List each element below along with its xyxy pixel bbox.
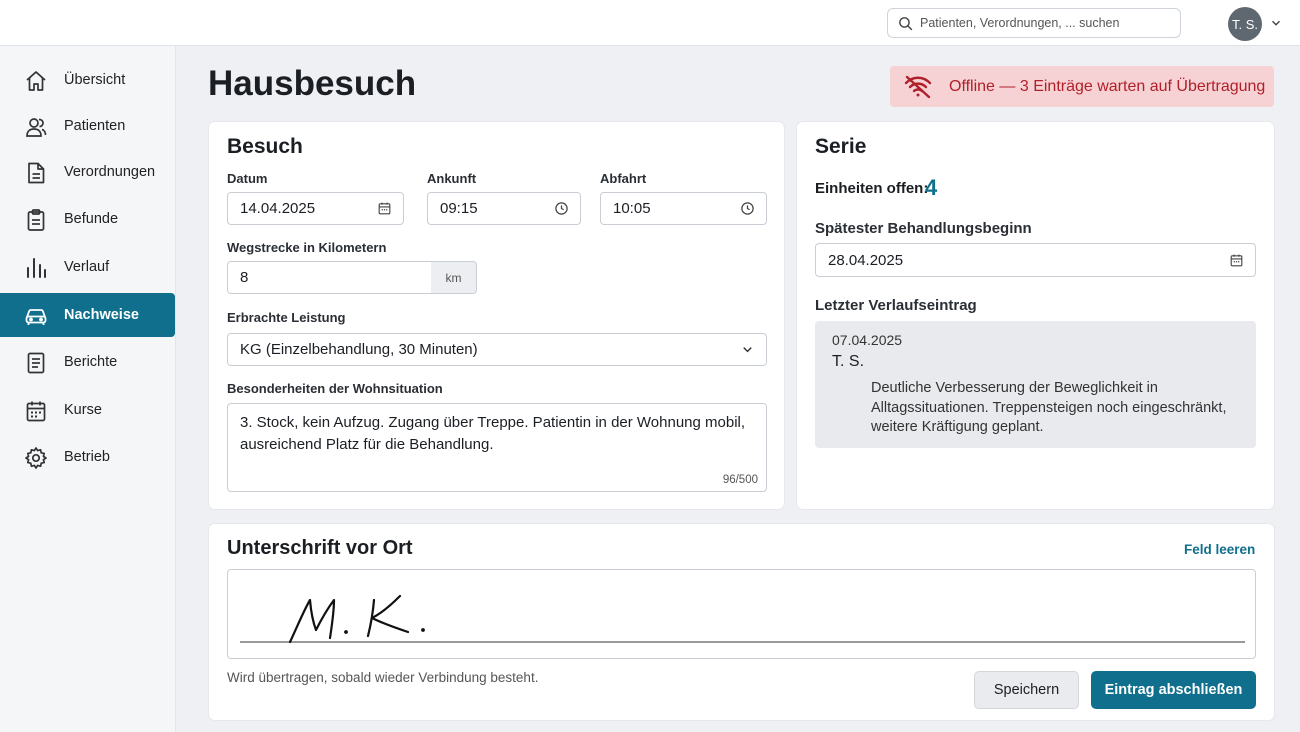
submit-entry-button[interactable]: Eintrag abschließen <box>1091 671 1256 709</box>
latest-start-field[interactable] <box>815 243 1256 277</box>
series-card-title: Serie <box>815 135 867 158</box>
last-log-entry: 07.04.2025 T. S. Deutliche Verbesserung … <box>815 321 1256 448</box>
clipboard-icon <box>27 209 45 231</box>
chart-icon <box>27 258 46 278</box>
distance-unit: km <box>431 261 477 294</box>
signature-pad[interactable] <box>227 569 1256 659</box>
departure-label: Abfahrt <box>600 171 647 186</box>
sidebar-item-verordnungen[interactable]: Verordnungen <box>0 150 175 194</box>
notes-char-counter: 96/500 <box>722 474 758 486</box>
clock-icon[interactable] <box>740 201 755 216</box>
sidebar-item-betrieb[interactable]: Betrieb <box>0 435 175 479</box>
sidebar-item-befunde[interactable]: Befunde <box>0 197 175 241</box>
sidebar-item-label: Verlauf <box>64 259 110 275</box>
latest-start-input[interactable] <box>816 251 1255 269</box>
sidebar-item-label: Nachweise <box>64 307 139 323</box>
clear-signature-link[interactable]: Feld leeren <box>1184 542 1255 557</box>
signature-card-title: Unterschrift vor Ort <box>227 537 413 559</box>
sidebar-item-uebersicht[interactable]: Übersicht <box>0 58 175 102</box>
open-units-label: Einheiten offen: <box>815 180 929 197</box>
save-button[interactable]: Speichern <box>974 671 1079 709</box>
sidebar-item-verlauf[interactable]: Verlauf <box>0 245 175 289</box>
visit-card-title: Besuch <box>227 135 303 158</box>
latest-start-label: Spätester Behandlungsbeginn <box>815 220 1032 237</box>
gear-icon <box>25 447 47 469</box>
last-log-text: Deutliche Verbesserung der Beweglichkeit… <box>871 380 1227 435</box>
arrival-label: Ankunft <box>427 171 477 186</box>
signature-drawing <box>240 594 1245 644</box>
sidebar: Übersicht Patienten Verordnungen Befunde… <box>0 46 176 732</box>
offline-banner: Offline — 3 Einträge warten auf Übertrag… <box>890 66 1274 107</box>
sync-note: Wird übertragen, sobald wieder Verbindun… <box>227 670 539 685</box>
sidebar-item-label: Verordnungen <box>64 164 156 180</box>
sidebar-item-label: Kurse <box>64 402 102 418</box>
car-icon <box>25 309 47 325</box>
calendar-icon[interactable] <box>377 201 392 216</box>
arrival-field[interactable] <box>427 192 581 225</box>
sidebar-item-berichte[interactable]: Berichte <box>0 340 175 384</box>
service-select[interactable]: KG (Einzelbehandlung, 30 Minuten) <box>227 333 767 366</box>
last-log-author: T. S. <box>832 353 865 370</box>
home-icon <box>26 71 46 91</box>
users-icon <box>26 118 47 137</box>
notes-field[interactable]: 3. Stock, kein Aufzug. Zugang über Trepp… <box>227 403 767 492</box>
page-title: Hausbesuch <box>208 64 417 103</box>
clock-icon[interactable] <box>554 201 569 216</box>
search-input[interactable] <box>920 16 1170 30</box>
distance-input[interactable] <box>228 269 431 286</box>
calendar-icon <box>26 401 46 422</box>
departure-field[interactable] <box>600 192 767 225</box>
date-field[interactable] <box>227 192 404 225</box>
distance-field[interactable] <box>227 261 432 294</box>
last-log-label: Letzter Verlaufseintrag <box>815 297 977 314</box>
date-label: Datum <box>227 171 268 186</box>
sidebar-item-label: Berichte <box>64 354 118 370</box>
service-select-value: KG (Einzelbehandlung, 30 Minuten) <box>240 341 478 358</box>
sidebar-item-nachweise[interactable]: Nachweise <box>0 293 175 337</box>
sidebar-item-label: Übersicht <box>64 72 126 88</box>
top-bar: T. S. <box>0 0 1300 46</box>
sidebar-item-label: Betrieb <box>64 449 110 465</box>
search-field[interactable] <box>887 8 1181 38</box>
report-icon <box>27 352 45 374</box>
notes-label: Besonderheiten der Wohnsituation <box>227 381 443 396</box>
distance-label: Wegstrecke in Kilometern <box>227 240 387 255</box>
chevron-down-icon[interactable] <box>740 342 755 357</box>
sidebar-item-label: Patienten <box>64 118 126 134</box>
document-icon <box>28 162 45 184</box>
open-units-count: 4 <box>925 175 938 200</box>
wifi-off-icon <box>904 75 932 99</box>
sidebar-item-patienten[interactable]: Patienten <box>0 104 175 148</box>
search-icon <box>899 16 913 30</box>
sidebar-item-kurse[interactable]: Kurse <box>0 388 175 432</box>
last-log-date: 07.04.2025 <box>832 332 903 348</box>
chevron-down-icon[interactable] <box>1269 16 1283 30</box>
service-label: Erbrachte Leistung <box>227 310 346 325</box>
calendar-icon[interactable] <box>1229 253 1244 268</box>
notes-textarea[interactable]: 3. Stock, kein Aufzug. Zugang über Trepp… <box>228 404 766 491</box>
sidebar-item-label: Befunde <box>64 211 119 227</box>
user-avatar[interactable]: T. S. <box>1228 7 1262 41</box>
offline-banner-text: Offline — 3 Einträge warten auf Übertrag… <box>949 78 1266 95</box>
